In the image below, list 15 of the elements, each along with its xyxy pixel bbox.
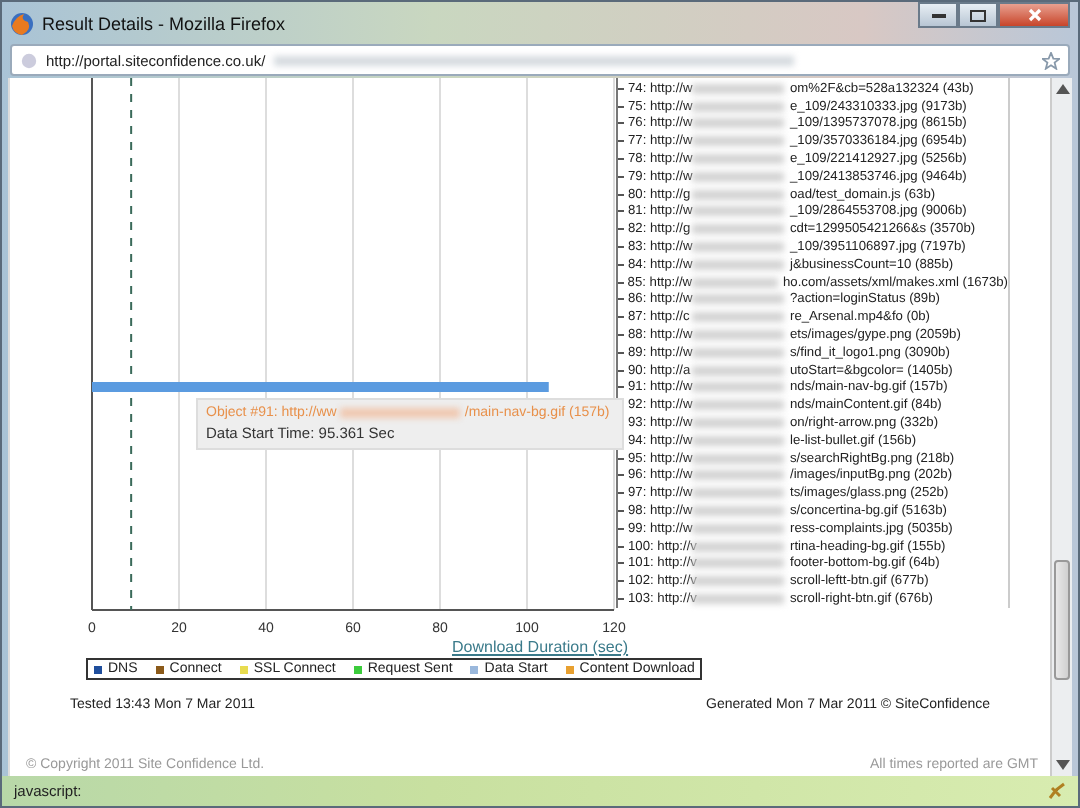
maximize-icon	[970, 9, 986, 21]
browser-logo-icon	[10, 11, 34, 35]
minimize-icon	[931, 12, 945, 18]
close-icon	[1027, 8, 1041, 22]
star-icon[interactable]	[1042, 51, 1060, 69]
plugin-icon[interactable]	[1048, 782, 1066, 800]
window-title: Result Details - Mozilla Firefox	[42, 13, 288, 33]
maximize-button[interactable]	[958, 2, 998, 28]
close-button[interactable]	[998, 2, 1070, 28]
down-arrow-icon[interactable]	[1055, 760, 1069, 770]
scroll-thumb[interactable]	[1054, 560, 1070, 680]
up-arrow-icon[interactable]	[1055, 84, 1069, 94]
minimize-button[interactable]	[918, 2, 958, 28]
axis-title: Download Duration (sec)	[452, 638, 631, 658]
scrollbar[interactable]	[1050, 78, 1072, 776]
